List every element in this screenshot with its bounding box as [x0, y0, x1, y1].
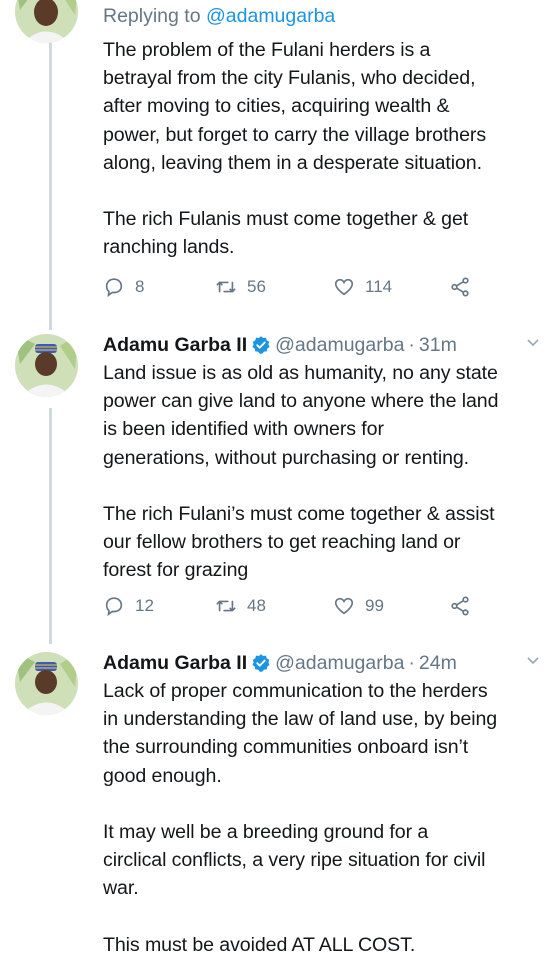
- retweet-count: 48: [247, 596, 266, 615]
- separator-dot: ·: [408, 651, 415, 674]
- like-icon: [334, 597, 354, 615]
- retweet-button[interactable]: 48: [215, 595, 266, 617]
- reply-button[interactable]: 8: [103, 276, 144, 298]
- share-button[interactable]: [449, 595, 481, 617]
- tweet-text: The problem of the Fulani herders is a b…: [103, 39, 487, 259]
- avatar[interactable]: [15, 334, 78, 397]
- avatar[interactable]: [15, 0, 78, 43]
- like-button[interactable]: 114: [333, 276, 392, 298]
- like-count: 114: [365, 277, 393, 296]
- tweet-text: Land issue is as old as humanity, no any…: [103, 362, 499, 582]
- share-button[interactable]: [449, 276, 481, 298]
- tweet-3[interactable]: Adamu Garba II @adamugarba · 24m Lack of…: [0, 648, 557, 960]
- tweet-2[interactable]: Adamu Garba II @adamugarba · 31m Land is…: [0, 330, 557, 640]
- verified-badge-icon: [252, 654, 270, 672]
- avatar[interactable]: [15, 652, 78, 715]
- like-count: 99: [365, 596, 384, 615]
- tweet-header: Adamu Garba II @adamugarba · 24m: [103, 648, 547, 678]
- verified-badge-icon: [252, 336, 270, 354]
- chevron-down-icon[interactable]: [525, 334, 541, 350]
- author-handle[interactable]: @adamugarba: [275, 652, 404, 675]
- author-name[interactable]: Adamu Garba II: [103, 334, 247, 357]
- tweet-1[interactable]: Replying to @adamugarba The problem of t…: [0, 0, 557, 320]
- tweet-text: Lack of proper communication to the herd…: [103, 680, 498, 956]
- timestamp[interactable]: 31m: [419, 334, 457, 357]
- reply-icon: [105, 278, 123, 298]
- share-icon: [451, 596, 469, 616]
- share-icon: [451, 277, 469, 297]
- replying-to-label: Replying to: [103, 5, 206, 27]
- tweet-actions: 12 48 99: [103, 595, 503, 625]
- tweet-actions: 8 56 114: [103, 276, 503, 306]
- retweet-icon: [216, 281, 236, 293]
- retweet-button[interactable]: 56: [215, 276, 266, 298]
- tweet-header: Adamu Garba II @adamugarba · 31m: [103, 330, 547, 360]
- chevron-down-icon[interactable]: [525, 652, 541, 668]
- author-handle[interactable]: @adamugarba: [275, 334, 404, 357]
- mention-link[interactable]: @adamugarba: [206, 5, 335, 27]
- separator-dot: ·: [408, 333, 415, 356]
- like-icon: [334, 278, 354, 296]
- author-name[interactable]: Adamu Garba II: [103, 652, 247, 675]
- timestamp[interactable]: 24m: [419, 652, 457, 675]
- reply-count: 8: [135, 277, 145, 296]
- reply-count: 12: [135, 596, 154, 615]
- replying-to: Replying to @adamugarba: [103, 2, 547, 30]
- like-button[interactable]: 99: [333, 595, 384, 617]
- reply-button[interactable]: 12: [103, 595, 154, 617]
- reply-icon: [105, 597, 123, 617]
- retweet-icon: [216, 600, 236, 612]
- retweet-count: 56: [247, 277, 266, 296]
